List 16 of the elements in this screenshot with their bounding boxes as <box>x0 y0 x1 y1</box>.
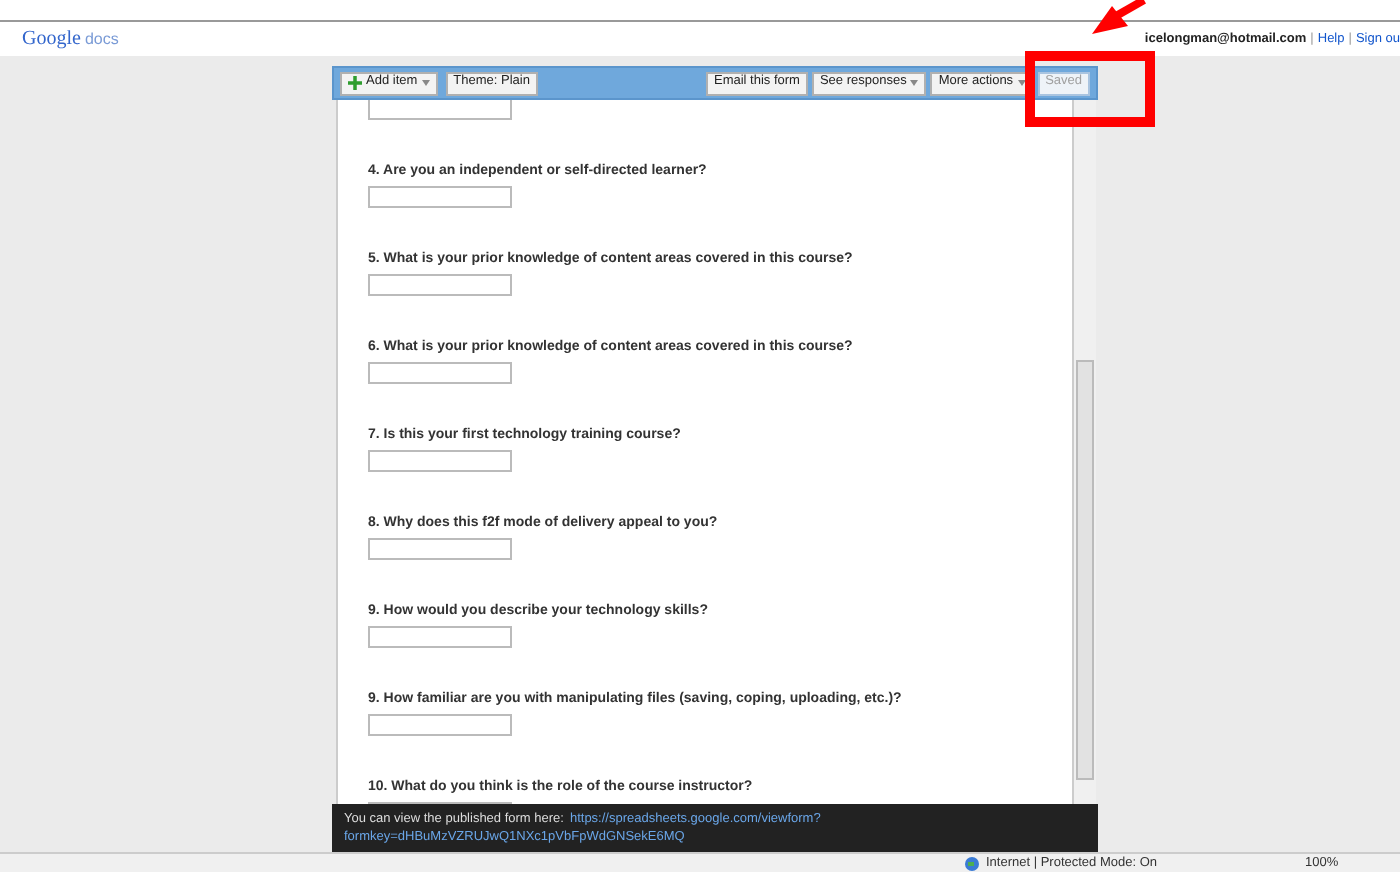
scrollbar[interactable] <box>1072 100 1096 804</box>
globe-icon <box>964 855 980 871</box>
answer-field[interactable] <box>368 450 512 472</box>
answer-field[interactable] <box>368 714 512 736</box>
caret-icon <box>1017 80 1026 86</box>
logo-product: docs <box>84 28 119 52</box>
answer-field[interactable] <box>368 538 512 560</box>
answer-field[interactable] <box>368 626 512 648</box>
caret-icon <box>421 80 430 86</box>
answer-field[interactable] <box>368 186 512 208</box>
plus-icon <box>348 76 362 90</box>
answer-field[interactable] <box>368 100 512 120</box>
caret-icon <box>910 80 919 86</box>
logo-brand: Google <box>22 26 81 54</box>
answer-field[interactable] <box>368 274 512 296</box>
answer-field[interactable] <box>368 362 512 384</box>
